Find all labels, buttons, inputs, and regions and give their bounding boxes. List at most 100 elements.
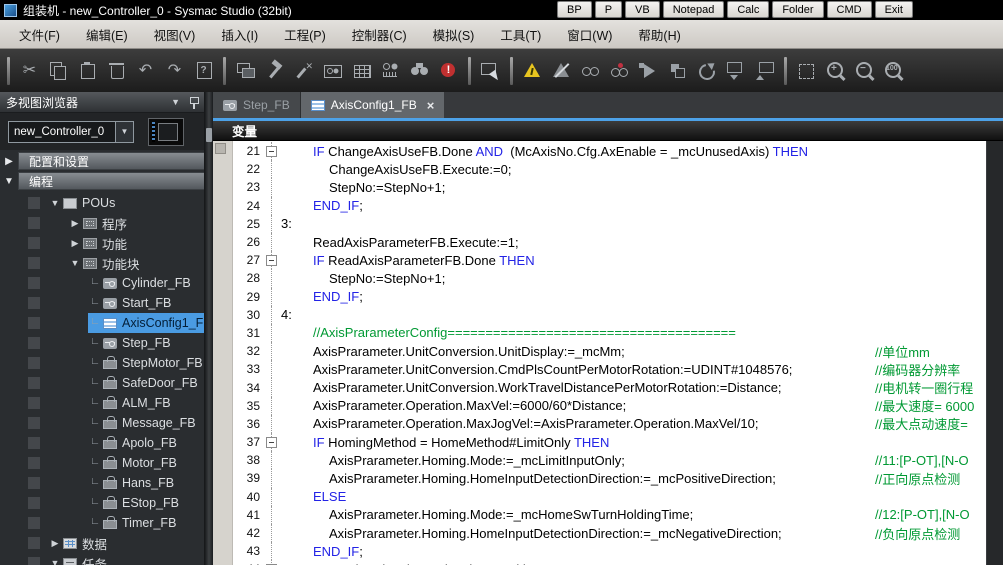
tree-item-start_fb[interactable]: ∟Start_FB (0, 293, 204, 313)
transfer-from-controller-icon[interactable] (752, 57, 777, 84)
tree-item-alm_fb[interactable]: ∟ALM_FB (0, 393, 204, 413)
variables-bar[interactable]: 变量 (213, 121, 1003, 141)
copy-icon[interactable] (46, 57, 71, 84)
zoom-100-icon[interactable]: 100 (881, 57, 906, 84)
menu-item[interactable]: 帮助(H) (625, 20, 693, 48)
cut-icon[interactable]: ✂ (17, 57, 42, 84)
tree-item-hans_fb[interactable]: ∟Hans_FB (0, 473, 204, 493)
error-list-icon[interactable]: ! (436, 57, 461, 84)
tree-item-功能块[interactable]: ▼功能块 (0, 253, 204, 273)
paste-icon[interactable] (75, 57, 100, 84)
program-check-icon[interactable] (320, 57, 345, 84)
tree-item-content: ▼功能块 (68, 253, 204, 273)
tree-item-message_fb[interactable]: ∟Message_FB (0, 413, 204, 433)
launcher-button-notepad[interactable]: Notepad (663, 1, 725, 18)
tab-axisconfig1-fb[interactable]: AxisConfig1_FB × (301, 92, 445, 118)
fit-page-icon[interactable] (794, 57, 819, 84)
tree-item-axisconfig1_fb[interactable]: ∟AxisConfig1_FB (0, 313, 204, 333)
build-icon[interactable] (262, 57, 287, 84)
tree-item-pous[interactable]: ▼POUs (0, 193, 204, 213)
cross-reference-icon[interactable] (478, 57, 503, 84)
launcher-button-exit[interactable]: Exit (875, 1, 913, 18)
zoom-out-icon[interactable]: − (852, 57, 877, 84)
search-icon[interactable] (407, 57, 432, 84)
menu-item[interactable]: 窗口(W) (554, 20, 625, 48)
code-text: AxisPrarameter.Homing.HomeInputDetection… (281, 526, 782, 541)
expander-icon[interactable]: ▶ (48, 538, 62, 549)
transfer-to-controller-icon[interactable] (723, 57, 748, 84)
controller-row: new_Controller_0 ▼ (0, 113, 204, 150)
tree-item-motor_fb[interactable]: ∟Motor_FB (0, 453, 204, 473)
menu-item[interactable]: 模拟(S) (420, 20, 488, 48)
expander-icon[interactable]: ▶ (68, 238, 82, 249)
menu-item[interactable]: 插入(I) (208, 20, 271, 48)
section-programming[interactable]: ▼ 编程 (0, 172, 204, 190)
tree-item-程序[interactable]: ▶程序 (0, 213, 204, 233)
vertical-scrollbar[interactable] (986, 141, 1003, 565)
monitor-icon[interactable] (578, 57, 603, 84)
expand-arrow-icon[interactable]: ▼ (0, 176, 18, 187)
tree-item-数据[interactable]: ▶数据 (0, 533, 204, 553)
panel-splitter[interactable] (205, 92, 213, 565)
launcher-button-calc[interactable]: Calc (727, 1, 769, 18)
section-config[interactable]: ▶ 配置和设置 (0, 152, 204, 170)
controller-selector[interactable]: new_Controller_0 ▼ (8, 121, 134, 143)
launcher-button-p[interactable]: P (595, 1, 622, 18)
tree-item-stepmotor_fb[interactable]: ∟StepMotor_FB (0, 353, 204, 373)
chevron-down-icon[interactable]: ▼ (115, 122, 133, 142)
expander-icon[interactable]: ▼ (48, 198, 62, 208)
menu-item[interactable]: 编辑(E) (73, 20, 141, 48)
menu-item[interactable]: 文件(F) (6, 20, 73, 48)
tree-item-cylinder_fb[interactable]: ∟Cylinder_FB (0, 273, 204, 293)
zoom-in-icon[interactable]: + (823, 57, 848, 84)
undo-icon[interactable]: ↶ (133, 57, 158, 84)
panel-menu-caret-icon[interactable]: ▼ (171, 97, 180, 107)
expander-icon[interactable]: ▼ (48, 558, 62, 565)
launcher-button-bp[interactable]: BP (557, 1, 592, 18)
menu-item[interactable]: 视图(V) (141, 20, 209, 48)
io-map-icon[interactable] (349, 57, 374, 84)
tree-item-任务[interactable]: ▼任务 (0, 553, 204, 565)
pin-icon[interactable] (189, 96, 198, 109)
fold-toggle-icon[interactable] (266, 146, 277, 157)
tree-checkbox (28, 477, 40, 489)
tree-item-content: ∟Hans_FB (88, 473, 204, 493)
fold-margin (263, 506, 281, 524)
tree-item-功能[interactable]: ▶功能 (0, 233, 204, 253)
stop-icon[interactable] (665, 57, 690, 84)
menu-item[interactable]: 工程(P) (271, 20, 339, 48)
fold-toggle-icon[interactable] (266, 255, 277, 266)
editor-pane: Step_FB AxisConfig1_FB × 变量 21IF ChangeA… (213, 92, 1003, 565)
window-export-icon[interactable] (233, 57, 258, 84)
menu-item[interactable]: 控制器(C) (339, 20, 420, 48)
tree-item-apolo_fb[interactable]: ∟Apolo_FB (0, 433, 204, 453)
menu-item[interactable]: 工具(T) (487, 20, 554, 48)
redo-icon[interactable]: ↷ (162, 57, 187, 84)
tree-item-estop_fb[interactable]: ∟EStop_FB (0, 493, 204, 513)
synchronize-icon[interactable] (694, 57, 719, 84)
st-code-editor[interactable]: 21IF ChangeAxisUseFB.Done AND (McAxisNo.… (213, 141, 1003, 565)
expander-icon[interactable]: ▶ (68, 218, 82, 229)
check-all-programs-icon[interactable] (378, 57, 403, 84)
help-page-icon[interactable]: ? (191, 57, 216, 84)
tree-item-safedoor_fb[interactable]: ∟SafeDoor_FB (0, 373, 204, 393)
stop-monitor-icon[interactable] (607, 57, 632, 84)
close-tab-icon[interactable]: × (427, 98, 435, 113)
launcher-button-vb[interactable]: VB (625, 1, 660, 18)
launcher-button-folder[interactable]: Folder (772, 1, 823, 18)
tab-step-fb[interactable]: Step_FB (213, 92, 301, 118)
go-offline-icon[interactable] (549, 57, 574, 84)
go-online-icon[interactable] (520, 57, 545, 84)
fold-margin (263, 433, 281, 451)
tree-item-step_fb[interactable]: ∟Step_FB (0, 333, 204, 353)
fold-toggle-icon[interactable] (266, 437, 277, 448)
expander-icon[interactable]: ▼ (68, 258, 82, 268)
rebuild-icon[interactable] (291, 57, 316, 84)
tree-item-timer_fb[interactable]: ∟Timer_FB (0, 513, 204, 533)
expand-arrow-icon[interactable]: ▶ (0, 156, 18, 167)
launcher-button-cmd[interactable]: CMD (827, 1, 872, 18)
run-icon[interactable] (636, 57, 661, 84)
tree-checkbox (28, 397, 40, 409)
connector-glyph: ∟ (88, 296, 102, 307)
delete-icon[interactable] (104, 57, 129, 84)
